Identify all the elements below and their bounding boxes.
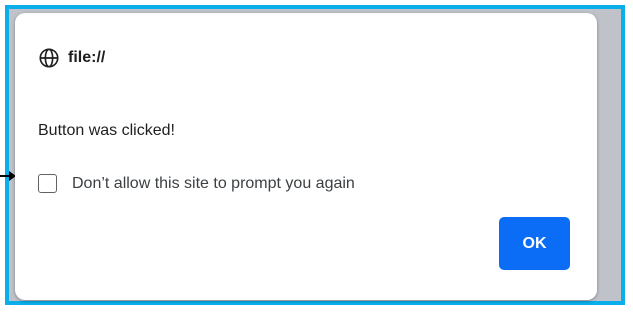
- suppress-prompts-checkbox[interactable]: [38, 174, 57, 193]
- ok-button[interactable]: OK: [499, 217, 570, 270]
- dialog-origin-text: file://: [68, 49, 106, 66]
- pointer-arrow-icon: [0, 171, 16, 181]
- dialog-message: Button was clicked!: [38, 122, 175, 139]
- suppress-prompts-label[interactable]: Don’t allow this site to prompt you agai…: [72, 175, 355, 193]
- globe-icon: [39, 48, 59, 68]
- dialog-origin: file://: [38, 47, 105, 69]
- alert-dialog: file:// Button was clicked! Don’t allow …: [15, 13, 597, 300]
- suppress-prompts-option[interactable]: Don’t allow this site to prompt you agai…: [38, 174, 355, 193]
